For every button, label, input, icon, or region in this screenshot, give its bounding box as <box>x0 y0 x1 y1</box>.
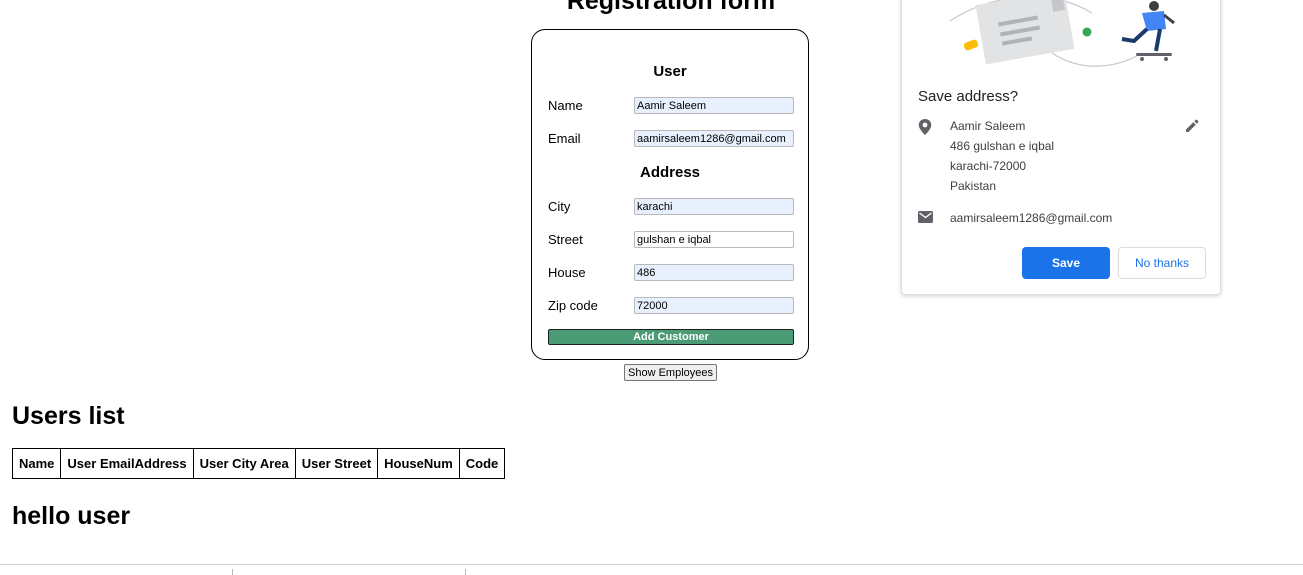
address-section-title: Address <box>639 164 701 181</box>
house-input[interactable] <box>634 264 794 281</box>
add-customer-button[interactable]: Add Customer <box>548 329 794 345</box>
zip-input[interactable] <box>634 297 794 314</box>
address-city-line: karachi-72000 <box>950 159 1027 173</box>
popup-title: Save address? <box>918 88 1019 105</box>
users-table: Name User EmailAddress User City Area Us… <box>11 448 506 479</box>
no-thanks-button[interactable]: No thanks <box>1118 247 1206 279</box>
city-label: City <box>548 199 571 214</box>
user-section-title: User <box>653 63 687 80</box>
column-header: Name <box>11 448 62 479</box>
street-input[interactable] <box>634 231 794 248</box>
hello-heading: hello user <box>12 502 131 530</box>
house-label: House <box>548 265 586 280</box>
users-list-heading: Users list <box>12 402 125 430</box>
column-header: HouseNum <box>377 448 460 479</box>
column-header: User Street <box>294 448 379 479</box>
name-input[interactable] <box>634 97 794 114</box>
zip-label: Zip code <box>548 298 598 313</box>
popup-email: aamirsaleem1286@gmail.com <box>950 211 1113 225</box>
address-street-line: 486 gulshan e iqbal <box>950 139 1055 153</box>
show-employees-button[interactable]: Show Employees <box>624 364 717 381</box>
email-icon <box>918 211 933 223</box>
email-label: Email <box>548 131 581 146</box>
address-illustration <box>949 0 1175 67</box>
divider <box>0 564 1303 565</box>
column-header: User City Area <box>192 448 296 479</box>
registration-form: User Name Email Address City Street Hous… <box>531 29 809 360</box>
save-address-popup: Save address? Aamir Saleem 486 gulshan e… <box>901 0 1221 295</box>
divider <box>232 569 233 575</box>
save-address-button[interactable]: Save <box>1022 247 1110 279</box>
column-header: User EmailAddress <box>60 448 194 479</box>
email-input[interactable] <box>634 130 794 147</box>
divider <box>465 569 466 575</box>
location-pin-icon <box>918 119 932 135</box>
address-country-line: Pakistan <box>950 179 997 193</box>
address-name-line: Aamir Saleem <box>950 119 1026 133</box>
city-input[interactable] <box>634 198 794 215</box>
street-label: Street <box>548 232 583 247</box>
edit-pencil-icon[interactable] <box>1185 119 1199 133</box>
table-header-row: Name User EmailAddress User City Area Us… <box>11 448 506 479</box>
name-label: Name <box>548 98 583 113</box>
page-title: Registration form <box>566 0 776 15</box>
column-header: Code <box>458 448 506 479</box>
